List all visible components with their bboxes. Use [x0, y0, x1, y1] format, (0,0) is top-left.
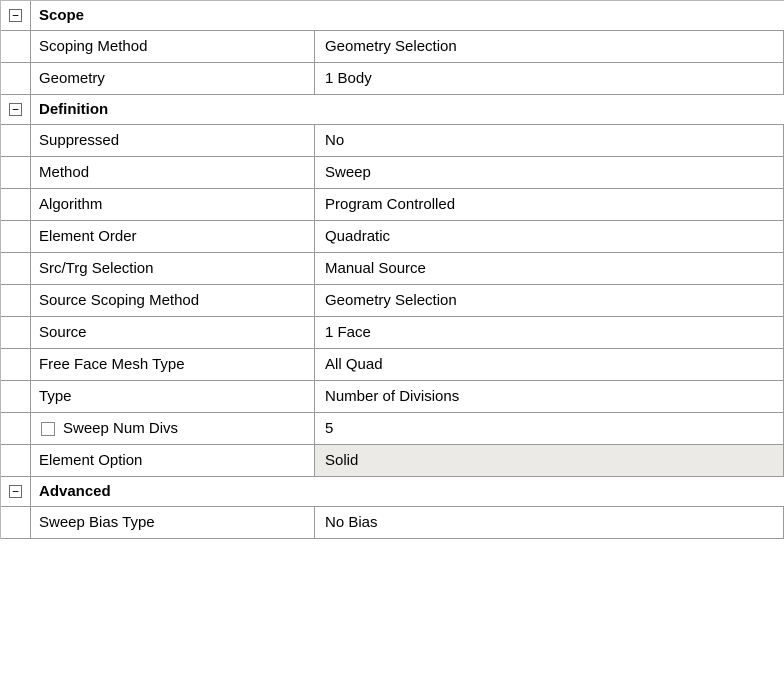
property-value[interactable]: All Quad — [315, 349, 784, 380]
expand-cell: − — [1, 95, 31, 124]
group-title: Definition — [31, 95, 784, 124]
property-value[interactable]: Sweep — [315, 157, 784, 188]
property-label: Suppressed — [31, 125, 315, 156]
property-value[interactable]: Geometry Selection — [315, 31, 784, 62]
collapse-icon[interactable]: − — [9, 103, 22, 116]
checkbox-icon[interactable] — [41, 422, 55, 436]
property-row: Type Number of Divisions — [1, 381, 784, 413]
row-gutter — [1, 189, 31, 220]
property-label: Sweep Num Divs — [31, 413, 315, 444]
row-gutter — [1, 317, 31, 348]
row-gutter — [1, 253, 31, 284]
property-row: Element Order Quadratic — [1, 221, 784, 253]
property-row: Sweep Bias Type No Bias — [1, 507, 784, 539]
property-label: Geometry — [31, 63, 315, 94]
collapse-icon[interactable]: − — [9, 9, 22, 22]
property-label: Scoping Method — [31, 31, 315, 62]
property-row: Free Face Mesh Type All Quad — [1, 349, 784, 381]
property-row: Method Sweep — [1, 157, 784, 189]
property-label: Element Option — [31, 445, 315, 476]
row-gutter — [1, 31, 31, 62]
collapse-icon[interactable]: − — [9, 485, 22, 498]
property-label: Src/Trg Selection — [31, 253, 315, 284]
property-value[interactable]: No Bias — [315, 507, 784, 538]
group-header-advanced[interactable]: − Advanced — [1, 477, 784, 507]
group-header-scope[interactable]: − Scope — [1, 1, 784, 31]
property-panel: − Scope Scoping Method Geometry Selectio… — [0, 0, 784, 539]
property-value-readonly: Solid — [315, 445, 784, 476]
row-gutter — [1, 349, 31, 380]
property-row: Geometry 1 Body — [1, 63, 784, 95]
property-row: Suppressed No — [1, 125, 784, 157]
property-value[interactable]: 1 Face — [315, 317, 784, 348]
row-gutter — [1, 63, 31, 94]
property-value[interactable]: Number of Divisions — [315, 381, 784, 412]
property-value[interactable]: 5 — [315, 413, 784, 444]
property-label: Source — [31, 317, 315, 348]
row-gutter — [1, 221, 31, 252]
property-value[interactable]: Geometry Selection — [315, 285, 784, 316]
group-header-definition[interactable]: − Definition — [1, 95, 784, 125]
property-value[interactable]: Manual Source — [315, 253, 784, 284]
property-label: Element Order — [31, 221, 315, 252]
property-label: Method — [31, 157, 315, 188]
property-value[interactable]: 1 Body — [315, 63, 784, 94]
expand-cell: − — [1, 1, 31, 30]
property-label: Free Face Mesh Type — [31, 349, 315, 380]
group-title: Advanced — [31, 477, 784, 506]
property-label: Algorithm — [31, 189, 315, 220]
row-gutter — [1, 445, 31, 476]
property-row: Source 1 Face — [1, 317, 784, 349]
property-label: Type — [31, 381, 315, 412]
property-row: Source Scoping Method Geometry Selection — [1, 285, 784, 317]
group-title: Scope — [31, 1, 784, 30]
property-value[interactable]: Quadratic — [315, 221, 784, 252]
property-row: Scoping Method Geometry Selection — [1, 31, 784, 63]
property-label: Sweep Bias Type — [31, 507, 315, 538]
property-label-text: Sweep Num Divs — [63, 420, 178, 437]
row-gutter — [1, 413, 31, 444]
property-value[interactable]: No — [315, 125, 784, 156]
property-value[interactable]: Program Controlled — [315, 189, 784, 220]
row-gutter — [1, 157, 31, 188]
property-row: Sweep Num Divs 5 — [1, 413, 784, 445]
row-gutter — [1, 381, 31, 412]
row-gutter — [1, 125, 31, 156]
row-gutter — [1, 507, 31, 538]
property-row: Element Option Solid — [1, 445, 784, 477]
row-gutter — [1, 285, 31, 316]
property-row: Algorithm Program Controlled — [1, 189, 784, 221]
property-label: Source Scoping Method — [31, 285, 315, 316]
expand-cell: − — [1, 477, 31, 506]
property-row: Src/Trg Selection Manual Source — [1, 253, 784, 285]
